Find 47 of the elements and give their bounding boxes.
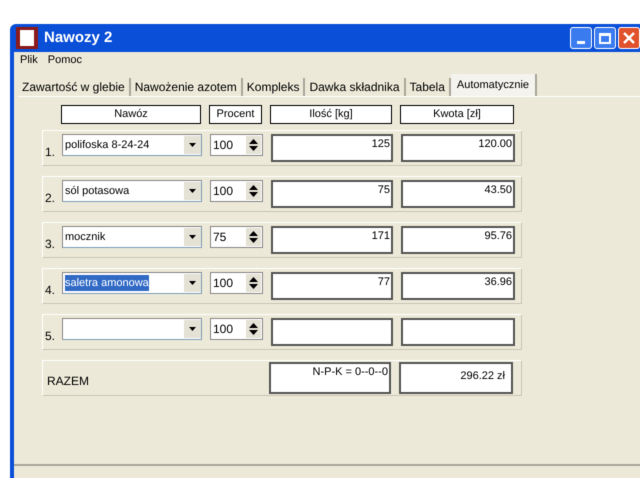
column-header: Ilość [kg] [270, 105, 392, 124]
tab[interactable]: Zawartość w glebie [18, 78, 131, 96]
amount-field: 171 [271, 226, 393, 254]
total-cost-field: 296.22 zł [399, 362, 513, 394]
minimize-button[interactable] [570, 27, 592, 49]
row-number: 5. [45, 328, 56, 345]
percent-spinner[interactable]: 100 [210, 180, 263, 202]
fertilizer-dropdown[interactable]: saletra amonowa [62, 272, 202, 294]
tab[interactable]: Dawka składnika [305, 78, 406, 96]
maximize-button[interactable] [594, 27, 616, 49]
fertilizer-dropdown[interactable]: sól potasowa [62, 180, 202, 202]
cost-field: 120.00 [401, 134, 515, 162]
cost-field: 36.96 [401, 272, 515, 300]
spinner-arrows-icon[interactable] [246, 136, 261, 154]
percent-spinner[interactable]: 75 [210, 226, 263, 248]
close-icon [623, 32, 635, 44]
percent-spinner[interactable]: 100 [210, 318, 263, 340]
amount-field: 77 [271, 272, 393, 300]
amount-field: 125 [271, 134, 393, 162]
amount-field: 75 [271, 180, 393, 208]
spinner-arrows-icon[interactable] [246, 320, 261, 338]
cost-field: 43.50 [401, 180, 515, 208]
app-icon [16, 27, 38, 49]
window-title: Nawozy 2 [44, 28, 112, 48]
total-label: RAZEM [47, 373, 90, 390]
fertilizer-dropdown[interactable]: mocznik [62, 226, 202, 248]
percent-spinner[interactable]: 100 [210, 134, 263, 156]
tab[interactable]: Kompleks [242, 78, 306, 96]
npk-field: N-P-K = 0--0--0 [269, 362, 391, 394]
column-header: Nawóz [61, 105, 201, 124]
spinner-arrows-icon[interactable] [246, 182, 261, 200]
spinner-arrows-icon[interactable] [246, 228, 261, 246]
spinner-arrows-icon[interactable] [246, 274, 261, 292]
close-button[interactable] [618, 27, 640, 49]
percent-spinner[interactable]: 100 [210, 272, 263, 294]
row-number: 2. [45, 190, 56, 207]
tab[interactable]: Automatycznie [450, 74, 538, 96]
row-number: 3. [45, 236, 56, 253]
column-header: Procent [209, 105, 262, 124]
cost-field: 95.76 [401, 226, 515, 254]
row-number: 4. [45, 282, 56, 299]
fertilizer-dropdown[interactable]: polifoska 8-24-24 [62, 134, 202, 156]
menu-item[interactable]: Pomoc [48, 52, 82, 68]
row-number: 1. [45, 144, 56, 161]
tab[interactable]: Nawożenie azotem [130, 78, 243, 96]
column-header: Kwota [zł] [400, 105, 514, 124]
menu-item[interactable]: Plik [20, 52, 38, 68]
